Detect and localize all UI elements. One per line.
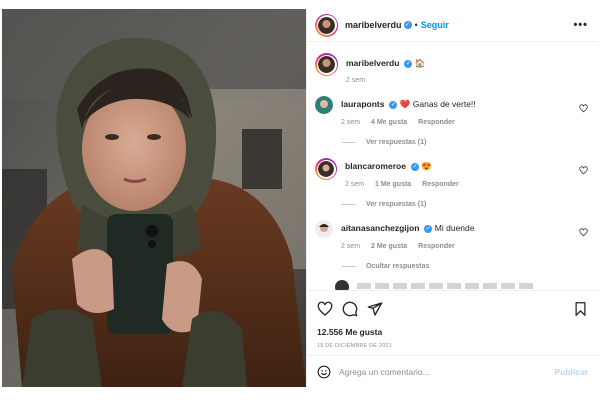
instagram-post-modal: maribelverdu ✓ • Seguir ••• maribelverdu… xyxy=(0,0,600,400)
hide-replies-label: Ocultar respuestas xyxy=(366,263,430,270)
like-comment-icon[interactable] xyxy=(579,104,588,113)
comment-time[interactable]: 2 sem xyxy=(341,243,360,250)
comment-body: blancaromeroe ✓ 😍 2 sem 1 Me gusta Respon… xyxy=(345,158,588,188)
add-comment-input[interactable] xyxy=(339,366,555,377)
post-details-panel: maribelverdu ✓ • Seguir ••• maribelverdu… xyxy=(306,9,598,387)
view-replies-button[interactable]: Ver respuestas (1) xyxy=(342,201,588,208)
post-header: maribelverdu ✓ • Seguir ••• xyxy=(307,9,598,42)
verified-icon: ✓ xyxy=(403,21,412,29)
view-replies-label: Ver respuestas (1) xyxy=(366,201,427,208)
add-comment-bar: Publicar xyxy=(307,355,598,387)
comment-row: aitanasanchezgijon ✓ Mi duende 2 sem 2 Me… xyxy=(315,220,588,250)
reply-avatar[interactable] xyxy=(335,280,349,290)
reply-button[interactable]: Responder xyxy=(418,119,455,126)
bookmark-icon[interactable] xyxy=(573,301,588,317)
more-options-icon[interactable]: ••• xyxy=(573,19,588,31)
like-comment-icon[interactable] xyxy=(579,166,588,175)
commenter-avatar[interactable] xyxy=(315,96,333,114)
publish-button[interactable]: Publicar xyxy=(554,367,588,377)
verified-icon: ✓ xyxy=(389,100,398,109)
comments-list[interactable]: maribelverdu ✓ 🏠 2 sem lauraponts ✓ ❤️ Gan… xyxy=(307,43,598,290)
separator-dot: • xyxy=(414,20,418,30)
verified-icon: ✓ xyxy=(424,224,433,233)
replies-line xyxy=(342,204,356,205)
verified-icon: ✓ xyxy=(410,162,419,171)
post-date[interactable]: 19 DE DICIEMBRE DE 2021 xyxy=(317,343,588,349)
like-comment-icon[interactable] xyxy=(579,228,588,237)
post-photo[interactable] xyxy=(2,9,306,387)
comment-time[interactable]: 2 sem xyxy=(341,119,360,126)
replies-line xyxy=(342,266,356,267)
post-actions: 12.556 Me gusta 19 DE DICIEMBRE DE 2021 xyxy=(307,290,598,354)
caption-avatar-image xyxy=(318,56,335,73)
comment-icon[interactable] xyxy=(342,301,358,317)
comment-likes[interactable]: 2 Me gusta xyxy=(371,243,407,250)
share-icon[interactable] xyxy=(367,301,383,317)
author-avatar-image xyxy=(318,16,335,34)
follow-button[interactable]: Seguir xyxy=(421,20,449,30)
heart-emoji: ❤️ xyxy=(399,99,411,109)
replies-line xyxy=(342,142,356,143)
reply-button[interactable]: Responder xyxy=(422,181,459,188)
commenter-avatar-image xyxy=(315,96,333,114)
comment-username[interactable]: aitanasanchezgijon xyxy=(341,223,419,233)
comment-username[interactable]: lauraponts xyxy=(341,99,384,109)
caption-time[interactable]: 2 sem xyxy=(346,77,365,84)
hide-replies-button[interactable]: Ocultar respuestas xyxy=(342,263,588,270)
comment-row: lauraponts ✓ ❤️ Ganas de verte!! 2 sem 4 … xyxy=(315,96,588,126)
comment-text: Ganas de verte!! xyxy=(412,99,476,109)
caption-row: maribelverdu ✓ 🏠 2 sem xyxy=(315,53,588,84)
heart-eyes-emoji: 😍 xyxy=(421,161,432,171)
reply-row-partial xyxy=(335,280,588,290)
caption-username[interactable]: maribelverdu xyxy=(346,58,399,68)
selfie-image xyxy=(2,9,306,387)
author-username[interactable]: maribelverdu xyxy=(345,20,402,30)
author-avatar[interactable] xyxy=(315,13,338,37)
verified-icon: ✓ xyxy=(404,59,413,68)
comment-username[interactable]: blancaromeroe xyxy=(345,161,406,171)
commenter-avatar[interactable] xyxy=(315,220,333,238)
view-replies-button[interactable]: Ver respuestas (1) xyxy=(342,139,588,146)
comment-likes[interactable]: 4 Me gusta xyxy=(371,119,407,126)
likes-count[interactable]: 12.556 Me gusta xyxy=(317,327,588,337)
reply-text-cropped xyxy=(357,283,537,289)
caption-avatar[interactable] xyxy=(315,53,338,76)
caption-emoji: 🏠 xyxy=(414,58,426,68)
comment-time[interactable]: 2 sem xyxy=(345,181,364,188)
commenter-avatar[interactable] xyxy=(315,158,337,180)
comment-row: blancaromeroe ✓ 😍 2 sem 1 Me gusta Respon… xyxy=(315,158,588,188)
comment-likes[interactable]: 1 Me gusta xyxy=(375,181,411,188)
heart-icon[interactable] xyxy=(317,301,333,317)
comment-body: lauraponts ✓ ❤️ Ganas de verte!! 2 sem 4 … xyxy=(341,96,588,126)
reply-button[interactable]: Responder xyxy=(418,243,455,250)
commenter-avatar-image xyxy=(315,220,333,238)
commenter-avatar-image xyxy=(318,161,334,177)
comment-body: aitanasanchezgijon ✓ Mi duende 2 sem 2 Me… xyxy=(341,220,588,250)
caption-body: maribelverdu ✓ 🏠 2 sem xyxy=(346,53,588,84)
view-replies-label: Ver respuestas (1) xyxy=(366,139,427,146)
comment-text: Mi duende xyxy=(434,223,475,233)
emoji-icon[interactable] xyxy=(317,365,331,379)
